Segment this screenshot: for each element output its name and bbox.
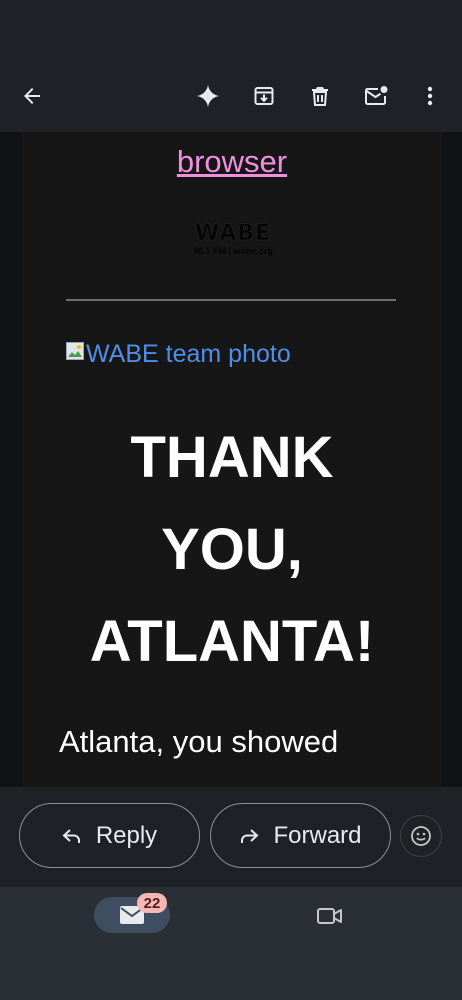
meet-video-icon[interactable] (312, 901, 348, 931)
headline-line-1: THANK (130, 425, 334, 490)
more-vert-icon[interactable] (412, 78, 448, 114)
headline-line-2: YOU, (161, 517, 303, 582)
unread-count-badge: 22 (137, 893, 167, 913)
delete-icon[interactable] (302, 78, 338, 114)
mark-unread-icon[interactable] (358, 78, 394, 114)
bottom-navigation: 22 (0, 887, 462, 1000)
view-in-browser-link[interactable]: browser (22, 144, 442, 180)
logo-subtitle: 90.1 FM | wabe.org (192, 246, 274, 256)
image-alt-text: WABE team photo (86, 340, 291, 368)
reply-button[interactable]: Reply (19, 803, 200, 868)
back-arrow-icon[interactable] (14, 78, 50, 114)
archive-icon[interactable] (246, 78, 282, 114)
forward-button[interactable]: Forward (210, 803, 391, 868)
email-content-area[interactable]: browser WABE 90.1 FM | wabe.org WABE tea… (0, 132, 462, 787)
headline-line-3: ATLANTA! (89, 609, 375, 674)
broken-image-icon (66, 341, 84, 360)
reply-label: Reply (95, 821, 158, 849)
forward-label: Forward (273, 821, 362, 849)
divider (66, 299, 396, 301)
emoji-icon (411, 826, 431, 846)
headline: THANK YOU, ATLANTA! (22, 412, 442, 688)
email-body: browser WABE 90.1 FM | wabe.org WABE tea… (22, 132, 442, 787)
emoji-reaction-button[interactable] (400, 815, 442, 857)
sparkle-icon[interactable] (190, 78, 226, 114)
body-paragraph: Atlanta, you showed (59, 724, 339, 759)
status-bar (0, 0, 462, 60)
top-app-bar (0, 60, 462, 132)
logo-mark: WABE (194, 221, 272, 246)
team-photo-image[interactable]: WABE team photo (66, 340, 291, 369)
action-bar: Reply Forward (0, 787, 462, 887)
forward-icon (241, 828, 259, 843)
reply-icon (62, 828, 80, 843)
wabe-logo: WABE 90.1 FM | wabe.org (188, 221, 278, 262)
